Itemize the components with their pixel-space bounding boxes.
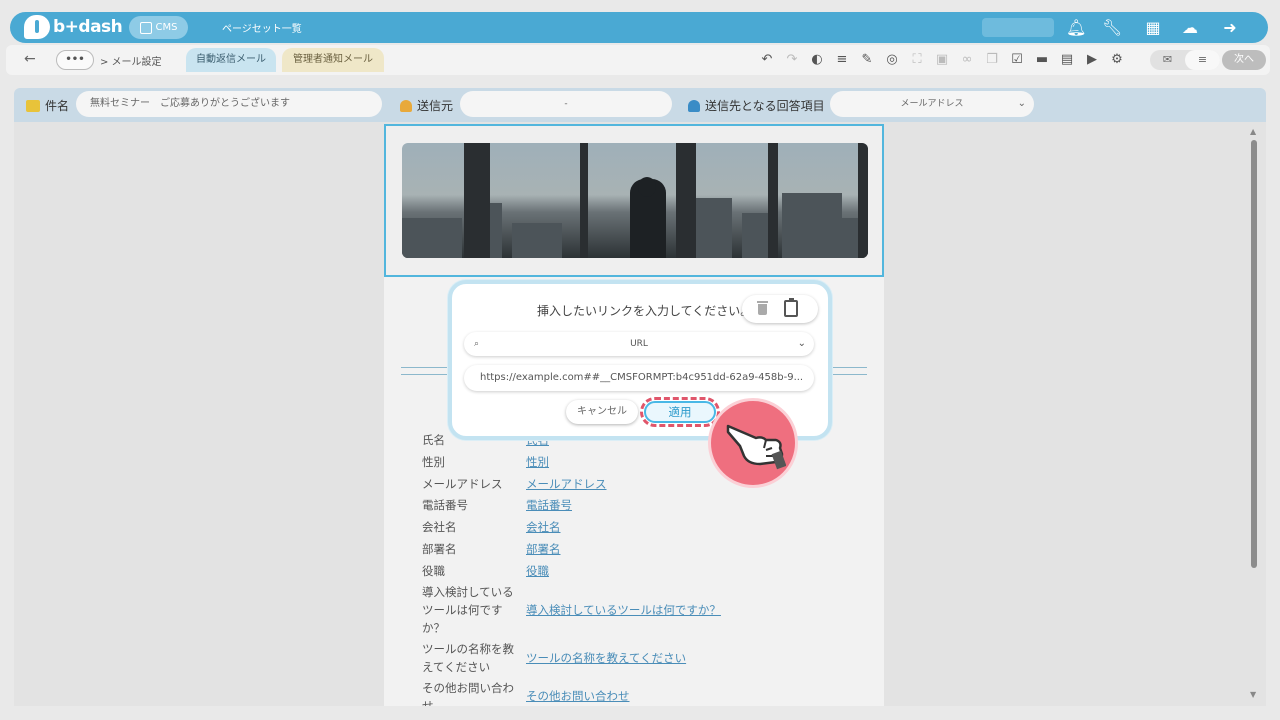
page-title[interactable]: ページセット一覧 xyxy=(222,20,302,35)
person-icon xyxy=(400,99,412,112)
apply-button[interactable]: 適用 xyxy=(644,401,716,423)
recipient-value: メールアドレス xyxy=(900,99,964,109)
wrench-icon[interactable]: 🔧︎ xyxy=(1102,18,1122,38)
form-label: メールアドレス xyxy=(422,477,503,491)
palette-icon[interactable]: ◐ xyxy=(808,51,826,69)
link-type-select[interactable]: ⌕ URL ⌄ xyxy=(464,332,814,356)
subject-label-group: 件名 xyxy=(26,97,69,114)
video-icon[interactable]: ▶ xyxy=(1083,51,1101,69)
form-link[interactable]: メールアドレス xyxy=(526,476,607,492)
recipient-label-group: 送信先となる回答項目 xyxy=(688,97,825,114)
form-label: えてください xyxy=(422,660,491,674)
form-link[interactable]: 性別 xyxy=(526,454,549,470)
cancel-button[interactable]: キャンセル xyxy=(566,400,638,424)
logo[interactable]: b+dash xyxy=(24,15,123,39)
undo-icon[interactable]: ↶ xyxy=(758,51,776,69)
cms-label: CMS xyxy=(155,22,178,33)
image-icon[interactable]: ▣ xyxy=(933,51,951,69)
checklist-icon[interactable]: ☑ xyxy=(1008,51,1026,69)
chevron-down-icon: ⌄ xyxy=(797,338,806,349)
subject-input[interactable]: 無料セミナー ご応募ありがとうございます xyxy=(76,91,382,117)
form-link[interactable]: 役職 xyxy=(526,563,549,579)
bell-icon[interactable]: 🔔︎ xyxy=(1066,18,1086,38)
form-label: 導入検討している xyxy=(422,585,514,599)
chevron-down-icon: ⌄ xyxy=(1017,98,1026,109)
pointing-hand-icon xyxy=(726,424,786,470)
next-button[interactable]: 次へ xyxy=(1222,50,1266,70)
form-label: 性別 xyxy=(422,455,445,469)
tab-auto-reply-mail[interactable]: 自動返信メール xyxy=(186,48,276,72)
editor-tools: ↶ ↷ ◐ ≡ ✎ ◎ ⛶ ▣ ∞ ❐ ☑ ▬ ▤ ▶ ⚙ xyxy=(758,51,1126,69)
fullscreen-icon[interactable]: ⛶ xyxy=(908,51,926,69)
align-icon[interactable]: ≡ xyxy=(833,51,851,69)
cms-button[interactable]: CMS xyxy=(129,16,188,39)
form-label: ツールの名称を教 xyxy=(422,642,514,656)
scrollbar-thumb[interactable] xyxy=(1251,140,1257,568)
recipient-select[interactable]: メールアドレス ⌄ xyxy=(830,91,1034,117)
target-icon[interactable]: ◎ xyxy=(883,51,901,69)
divider-icon[interactable]: ▬ xyxy=(1033,51,1051,69)
form-label: 電話番号 xyxy=(422,498,468,512)
edit-icon xyxy=(139,21,152,34)
form-label: せ xyxy=(422,699,434,706)
more-button[interactable]: ••• xyxy=(56,50,94,70)
sender-label: 送信元 xyxy=(417,99,454,113)
form-link[interactable]: 導入検討しているツールは何ですか？ xyxy=(526,602,721,618)
form-label: 役職 xyxy=(422,564,445,578)
form-link[interactable]: 会社名 xyxy=(526,519,561,535)
chat-icon[interactable]: ☁ xyxy=(1180,18,1200,38)
form-label: か？ xyxy=(422,621,445,635)
form-label: ツールは何です xyxy=(422,603,503,617)
user-name-block[interactable] xyxy=(982,18,1054,37)
dialog-message: 挿入したいリンクを入力してください。 xyxy=(537,304,753,318)
form-label: 氏名 xyxy=(422,433,445,447)
scroll-down-icon[interactable]: ▼ xyxy=(1250,690,1256,699)
sender-select[interactable]: - xyxy=(460,91,672,117)
editor-toolbar: ← ••• > メール設定 自動返信メール 管理者通知メール ↶ ↷ ◐ ≡ ✎… xyxy=(6,45,1270,75)
dialog-action-group xyxy=(742,295,818,323)
subject-label: 件名 xyxy=(45,99,70,113)
form-link[interactable]: 電話番号 xyxy=(526,497,572,513)
sender-label-group: 送信元 xyxy=(400,97,453,114)
url-input[interactable]: https://example.com##__CMSFORMPT:b4c951d… xyxy=(464,365,814,391)
search-icon: ⌕ xyxy=(474,339,480,349)
clipboard-icon[interactable] xyxy=(784,298,798,317)
recipient-label: 送信先となる回答項目 xyxy=(705,99,825,113)
link-type-value: URL xyxy=(630,339,648,349)
app-header: b+dash CMS ページセット一覧 🔔︎ 🔧︎ ▦ ☁ ➜ xyxy=(10,12,1268,43)
mail-meta-bar: 件名 無料セミナー ご応募ありがとうございます 送信元 - 送信先となる回答項目… xyxy=(14,88,1266,122)
envelope-icon xyxy=(26,99,40,112)
form-label: 会社名 xyxy=(422,520,457,534)
text-view-icon[interactable]: ≡ xyxy=(1185,50,1220,70)
back-arrow-icon[interactable]: ← xyxy=(24,51,36,67)
hero-image-block[interactable] xyxy=(384,124,884,277)
trash-icon[interactable] xyxy=(757,301,768,316)
copy-icon[interactable]: ❐ xyxy=(983,51,1001,69)
form-link[interactable]: 部署名 xyxy=(526,541,561,557)
logout-icon[interactable]: ➜ xyxy=(1220,18,1240,38)
mail-view-icon[interactable]: ✉ xyxy=(1150,50,1185,70)
form-label: その他お問い合わ xyxy=(422,681,514,695)
pen-icon[interactable]: ✎ xyxy=(858,51,876,69)
user-icon xyxy=(688,99,700,112)
scroll-up-icon[interactable]: ▲ xyxy=(1250,127,1256,136)
hero-image xyxy=(402,143,868,258)
breadcrumb[interactable]: > メール設定 xyxy=(100,53,162,68)
form-label: 部署名 xyxy=(422,542,457,556)
grid-icon[interactable]: ▦ xyxy=(1143,18,1163,38)
view-mode-toggle: ✉ ≡ xyxy=(1150,50,1220,70)
link-icon[interactable]: ∞ xyxy=(958,51,976,69)
form-link[interactable]: ツールの名称を教えてください xyxy=(526,650,686,666)
logo-text: b+dash xyxy=(53,17,123,37)
tab-admin-notice-mail[interactable]: 管理者通知メール xyxy=(282,48,384,72)
form-link[interactable]: その他お問い合わせ xyxy=(526,688,630,704)
layout-icon[interactable]: ▤ xyxy=(1058,51,1076,69)
gear-icon[interactable]: ⚙ xyxy=(1108,51,1126,69)
redo-icon[interactable]: ↷ xyxy=(783,51,801,69)
logo-mark-icon xyxy=(24,15,50,39)
